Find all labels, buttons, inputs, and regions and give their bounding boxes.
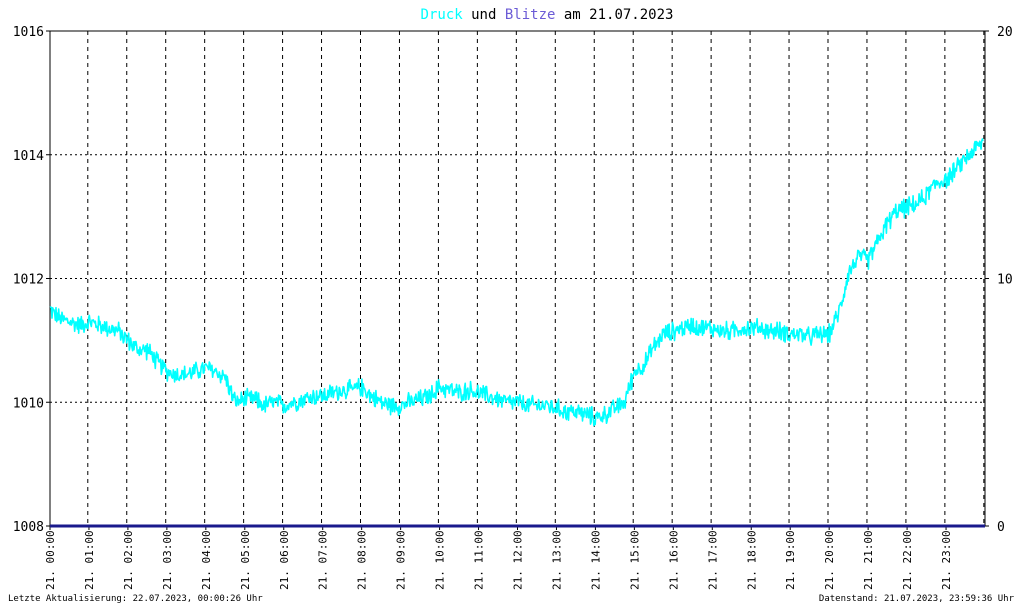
- x-tick-label: 21. 21:00: [862, 530, 875, 590]
- x-tick-label: 21. 22:00: [901, 530, 914, 590]
- x-tick-label: 21. 14:00: [589, 530, 602, 590]
- title-date: am 21.07.2023: [555, 7, 673, 23]
- footer-data-status: Datenstand: 21.07.2023, 23:59:36 Uhr: [819, 594, 1015, 604]
- title-und: und: [463, 7, 505, 23]
- x-tick-label: 21. 16:00: [667, 530, 680, 590]
- tick-labels: 1008 1010 1012 1014 1016 0 10 20 21. 00:00 21. 01…: [13, 25, 1013, 590]
- x-tick-label: 21. 04:00: [200, 530, 213, 590]
- x-tick-label: 21. 19:00: [784, 530, 797, 590]
- y-tick-label-left: 1016: [13, 25, 44, 40]
- y-tick-label-left: 1008: [13, 520, 44, 535]
- series: [49, 138, 985, 528]
- chart-title: Druck und Blitze am 21.07.2023: [421, 7, 674, 23]
- footer-last-update: Letzte Aktualisierung: 22.07.2023, 00:00…: [8, 594, 263, 604]
- x-tick-label: 21. 13:00: [550, 530, 563, 590]
- x-tick-label: 21. 11:00: [473, 530, 486, 590]
- x-tick-label: 21. 08:00: [356, 530, 369, 590]
- x-tick-label: 21. 18:00: [745, 530, 758, 590]
- x-tick-label: 21. 10:00: [434, 530, 447, 590]
- y-tick-label-left: 1010: [13, 396, 44, 411]
- chart-panel: Druck und Blitze am 21.07.2023 1008 1010 1…: [0, 0, 1020, 606]
- title-druck: Druck: [421, 7, 464, 23]
- x-tick-label: 21. 02:00: [122, 530, 135, 590]
- x-tick-label: 21. 17:00: [706, 530, 719, 590]
- grid: [50, 31, 985, 526]
- y-tick-label-right: 0: [997, 520, 1005, 535]
- x-tick-label: 21. 01:00: [83, 530, 96, 590]
- x-tick-label: 21. 05:00: [239, 530, 252, 590]
- x-tick-label: 21. 00:00: [44, 530, 57, 590]
- x-tick-label: 21. 09:00: [395, 530, 408, 590]
- y-tick-label-left: 1012: [13, 273, 44, 288]
- x-tick-label: 21. 20:00: [823, 530, 836, 590]
- x-tick-label: 21. 15:00: [628, 530, 641, 590]
- y-tick-label-left: 1014: [13, 149, 44, 164]
- x-tick-label: 21. 12:00: [512, 530, 525, 590]
- x-tick-label: 21. 07:00: [317, 530, 330, 590]
- x-tick-label: 21. 06:00: [278, 530, 291, 590]
- x-tick-label: 21. 23:00: [940, 530, 953, 590]
- x-tick-label: 21. 03:00: [161, 530, 174, 590]
- pressure-lightning-chart: Druck und Blitze am 21.07.2023 100810101…: [8, 7, 1015, 604]
- title-blitze: Blitze: [505, 7, 556, 23]
- y-tick-label-right: 20: [997, 25, 1013, 40]
- y-tick-label-right: 10: [997, 273, 1013, 288]
